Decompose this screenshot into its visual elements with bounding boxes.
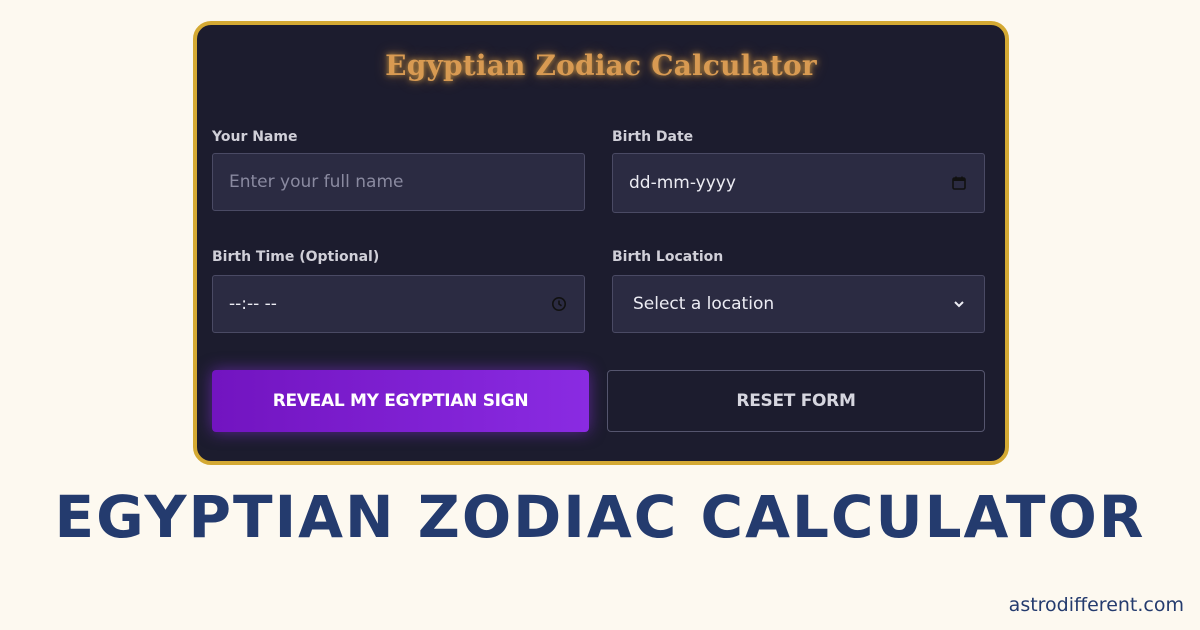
birth-date-field[interactable]: dd-mm-yyyy	[612, 153, 985, 213]
birth-time-value: --:-- --	[229, 294, 277, 314]
birth-location-label: Birth Location	[612, 249, 724, 265]
birth-time-label: Birth Time (Optional)	[212, 249, 380, 265]
reveal-sign-button[interactable]: REVEAL MY EGYPTIAN SIGN	[212, 370, 589, 432]
calculator-card: Egyptian Zodiac Calculator Your Name Bir…	[193, 21, 1009, 465]
page-headline: EGYPTIAN ZODIAC CALCULATOR	[54, 483, 1146, 551]
site-url: astrodifferent.com	[1008, 594, 1184, 616]
birth-date-label: Birth Date	[612, 129, 694, 145]
birth-date-value: dd-mm-yyyy	[629, 173, 736, 193]
birth-time-field[interactable]: --:-- --	[212, 275, 585, 333]
chevron-down-icon[interactable]	[950, 295, 968, 313]
reset-form-button[interactable]: RESET FORM	[607, 370, 985, 432]
clock-icon[interactable]	[550, 295, 568, 313]
birth-location-value: Select a location	[633, 294, 775, 314]
card-title: Egyptian Zodiac Calculator	[385, 49, 817, 82]
calendar-icon[interactable]	[950, 174, 968, 192]
name-field[interactable]	[212, 153, 585, 211]
name-input[interactable]	[229, 172, 568, 192]
name-label: Your Name	[212, 129, 298, 145]
birth-location-select[interactable]: Select a location	[612, 275, 985, 333]
